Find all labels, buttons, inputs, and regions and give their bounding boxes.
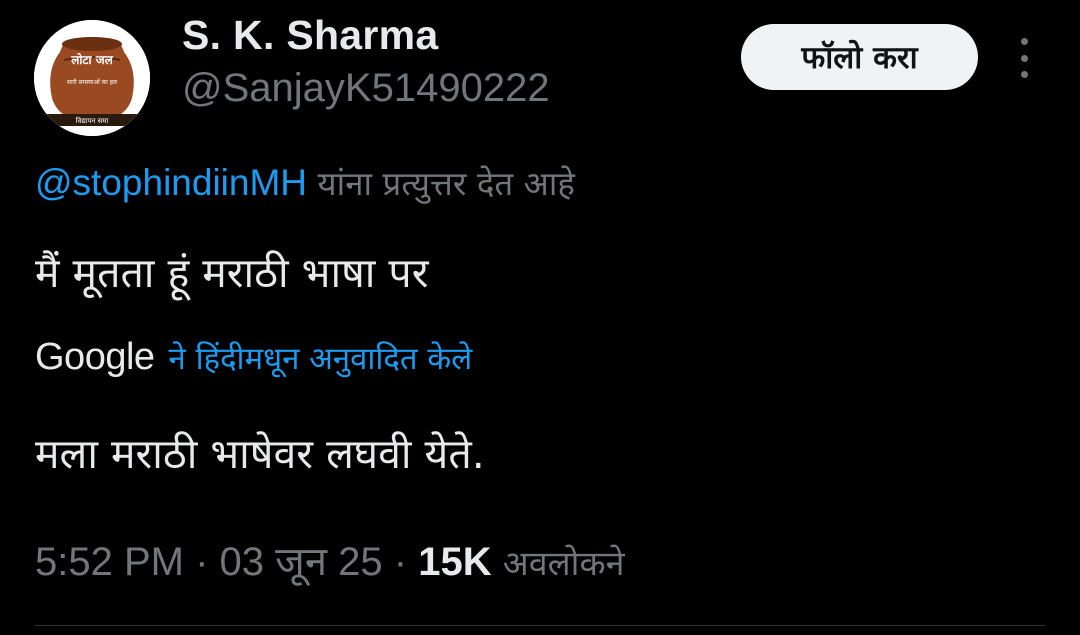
dot-icon (1020, 54, 1028, 62)
tweet-meta: 5:52 PM · 03 जून 25 · 15K अवलोकने (35, 532, 624, 587)
views-count[interactable]: 15K (418, 540, 491, 584)
avatar-subtitle: सारी समस्याओं का हल (67, 78, 118, 86)
avatar[interactable]: लोटा जल सारी समस्याओं का हल विद्यापन समा (34, 20, 150, 136)
translation-attribution: Google ने हिंदीमधून अनुवादित केले (35, 336, 472, 379)
views-label: अवलोकने (502, 544, 625, 584)
more-vertical-icon[interactable] (1010, 38, 1038, 78)
translated-from-link[interactable]: ने हिंदीमधून अनुवादित केले (169, 337, 473, 379)
avatar-title: लोटा जल (70, 53, 113, 67)
tweet-time[interactable]: 5:52 PM (35, 540, 184, 584)
reply-context-label: यांना प्रत्युत्तर देत आहे (317, 164, 575, 203)
meta-separator: · (195, 540, 209, 584)
reply-context: @stophindiinMH यांना प्रत्युत्तर देत आहे (35, 160, 575, 205)
avatar-image: लोटा जल सारी समस्याओं का हल विद्यापन समा (34, 20, 150, 136)
dot-icon (1020, 71, 1028, 78)
tweet-date[interactable]: 03 जून 25 (220, 540, 383, 584)
reply-mention-link[interactable]: @stophindiinMH (35, 162, 307, 203)
avatar-footer: विद्यापन समा (76, 116, 109, 125)
follow-button[interactable]: फॉलो करा (741, 24, 978, 90)
display-name[interactable]: S. K. Sharma (182, 12, 439, 59)
user-handle[interactable]: @SanjayK51490222 (182, 66, 550, 111)
google-logo: Google (35, 336, 155, 378)
tweet-text: मैं मूतता हूं मराठी भाषा पर (35, 249, 429, 297)
translated-text: मला मराठी भाषेवर लघवी येते. (35, 430, 485, 478)
meta-separator: · (393, 540, 408, 584)
divider (35, 625, 1045, 626)
dot-icon (1020, 38, 1028, 45)
